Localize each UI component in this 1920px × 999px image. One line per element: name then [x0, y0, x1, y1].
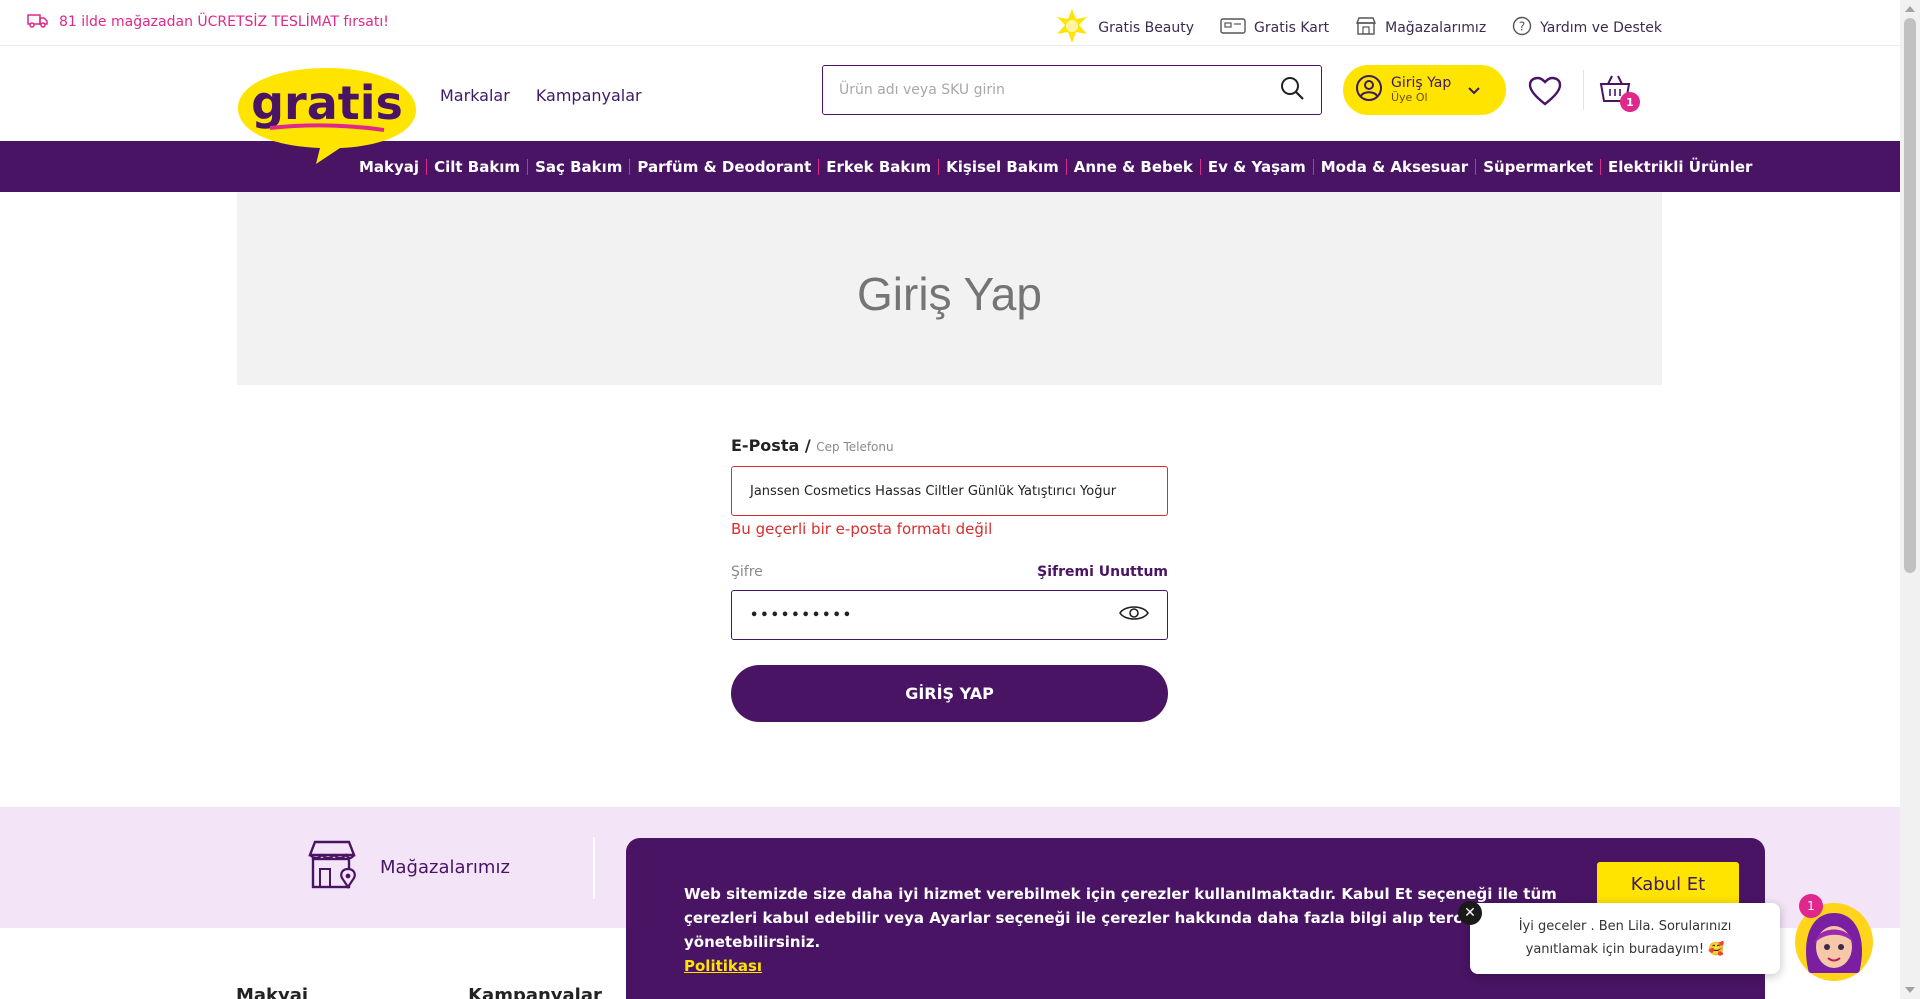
category-ev-yasam[interactable]: Ev & Yaşam [1199, 158, 1313, 175]
gratis-logo[interactable]: gratis [236, 64, 418, 166]
submit-login-button[interactable]: GİRİŞ YAP [731, 665, 1168, 722]
cart-button[interactable]: 1 [1598, 74, 1640, 112]
chat-line-2: yanıtlamak için buradayım! 🥰 [1525, 942, 1725, 957]
svg-text:gratis: gratis [251, 76, 403, 130]
scroll-down-arrow-icon[interactable] [1905, 987, 1915, 993]
footer-columns: Makyaj Kampanyalar [236, 985, 602, 999]
login-form: E-Posta / Cep Telefonu Janssen Cosmetics… [731, 436, 1168, 722]
truck-icon [27, 12, 49, 32]
email-label-sub: Cep Telefonu [816, 440, 894, 454]
chat-close-icon[interactable]: ✕ [1458, 901, 1482, 925]
stores-label: Mağazalarımız [1385, 20, 1487, 36]
main-header: gratis Markalar Kampanyalar Ürün adı vey… [0, 46, 1900, 164]
page-hero: Giriş Yap [237, 192, 1662, 385]
eye-icon[interactable] [1119, 604, 1149, 626]
stores-band-link[interactable]: Mağazalarımız [306, 839, 510, 896]
user-icon [1355, 74, 1383, 106]
promo-banner[interactable]: 81 ilde mağazadan ÜCRETSİZ TESLİMAT fırs… [27, 12, 389, 32]
footer-col-makyaj[interactable]: Makyaj [236, 985, 308, 999]
login-button[interactable]: Giriş Yap Üye Ol [1343, 65, 1506, 115]
cookie-text: Web sitemizde size daha iyi hizmet vereb… [684, 885, 1557, 951]
nav-brands[interactable]: Markalar [440, 86, 510, 105]
help-link[interactable]: ? Yardım ve Destek [1512, 16, 1662, 40]
email-label-main: E-Posta / [731, 436, 811, 455]
password-field[interactable]: •••••••••• [731, 590, 1168, 640]
question-icon: ? [1512, 16, 1532, 40]
top-bar: 81 ilde mağazadan ÜCRETSİZ TESLİMAT fırs… [0, 0, 1900, 46]
gratis-beauty-icon [1054, 9, 1090, 47]
forgot-password-link[interactable]: Şifremi Unuttum [1037, 564, 1168, 580]
password-label: Şifre [731, 564, 763, 580]
category-kisisel-bakim[interactable]: Kişisel Bakım [938, 158, 1066, 175]
page-title: Giriş Yap [857, 268, 1042, 320]
svg-text:?: ? [1519, 20, 1525, 34]
search-box[interactable]: Ürün adı veya SKU girin [822, 65, 1322, 115]
band-divider [593, 837, 595, 899]
scroll-up-arrow-icon[interactable] [1905, 6, 1915, 12]
category-moda-aksesuar[interactable]: Moda & Aksesuar [1312, 158, 1475, 175]
category-anne-bebek[interactable]: Anne & Bebek [1065, 158, 1200, 175]
category-parfum-deodorant[interactable]: Parfüm & Deodorant [629, 158, 818, 175]
password-value: •••••••••• [750, 607, 854, 623]
chat-bubble[interactable]: İyi geceler . Ben Lila. Sorularınızı yan… [1470, 903, 1780, 974]
gratis-beauty-label: Gratis Beauty [1098, 20, 1195, 36]
stores-band-label: Mağazalarımız [380, 857, 510, 878]
password-label-row: Şifre Şifremi Unuttum [731, 564, 1168, 580]
category-erkek-bakim[interactable]: Erkek Bakım [818, 158, 938, 175]
cookie-policy-link[interactable]: Politikası [684, 957, 762, 975]
gratis-kart-label: Gratis Kart [1254, 20, 1330, 36]
category-elektrikli-urunler[interactable]: Elektrikli Ürünler [1600, 158, 1759, 175]
store-icon [1355, 16, 1377, 40]
signup-sub: Üye Ol [1391, 91, 1428, 104]
nav-campaigns[interactable]: Kampanyalar [536, 86, 642, 105]
help-label: Yardım ve Destek [1540, 20, 1662, 36]
header-divider [1583, 70, 1584, 110]
top-links: Gratis Beauty Gratis Kart Mağazalarımız … [1054, 9, 1662, 47]
gratis-kart-link[interactable]: Gratis Kart [1220, 17, 1329, 39]
cookie-text-block: Web sitemizde size daha iyi hizmet vereb… [684, 882, 1564, 978]
search-icon[interactable] [1279, 75, 1305, 105]
category-cilt-bakim[interactable]: Cilt Bakım [426, 158, 527, 175]
chat-line-1: İyi geceler . Ben Lila. Sorularınızı [1518, 919, 1732, 934]
footer-col-kampanyalar[interactable]: Kampanyalar [468, 985, 602, 999]
stores-link[interactable]: Mağazalarımız [1355, 16, 1486, 40]
cart-count-badge: 1 [1620, 92, 1640, 112]
promo-text: 81 ilde mağazadan ÜCRETSİZ TESLİMAT fırs… [59, 14, 389, 30]
accept-cookies-button[interactable]: Kabul Et [1597, 862, 1739, 906]
main-nav: Markalar Kampanyalar [440, 86, 642, 105]
email-field[interactable]: Janssen Cosmetics Hassas Ciltler Günlük … [731, 466, 1168, 516]
email-label: E-Posta / Cep Telefonu [731, 436, 1168, 455]
favorites-heart-icon[interactable] [1528, 76, 1562, 110]
gratis-beauty-link[interactable]: Gratis Beauty [1054, 9, 1194, 47]
category-sac-bakim[interactable]: Saç Bakım [527, 158, 629, 175]
card-icon [1220, 17, 1246, 39]
store-location-icon [306, 839, 360, 896]
search-input[interactable]: Ürün adı veya SKU girin [839, 82, 1279, 98]
page-scrollbar[interactable] [1900, 0, 1920, 999]
chevron-down-icon [1467, 81, 1481, 100]
chat-badge: 1 [1799, 894, 1823, 918]
category-supermarket[interactable]: Süpermarket [1475, 158, 1600, 175]
scrollbar-thumb[interactable] [1904, 18, 1916, 573]
email-error-message: Bu geçerli bir e-posta formatı değil [731, 520, 993, 538]
login-title: Giriş Yap [1391, 75, 1452, 91]
